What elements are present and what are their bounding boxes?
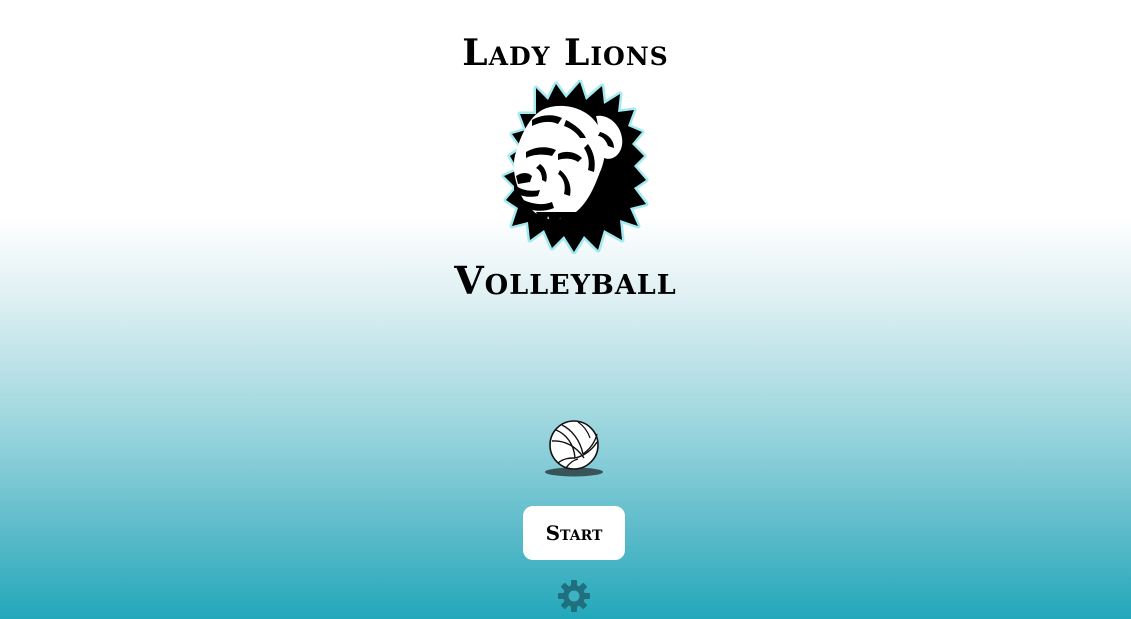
lion-head-icon: [501, 80, 649, 254]
app-subtitle: Volleyball: [454, 258, 677, 303]
start-button[interactable]: Start: [523, 506, 625, 560]
volleyball-icon: [545, 420, 603, 477]
app-title: Lady Lions: [462, 32, 669, 74]
gear-icon[interactable]: [557, 579, 591, 613]
